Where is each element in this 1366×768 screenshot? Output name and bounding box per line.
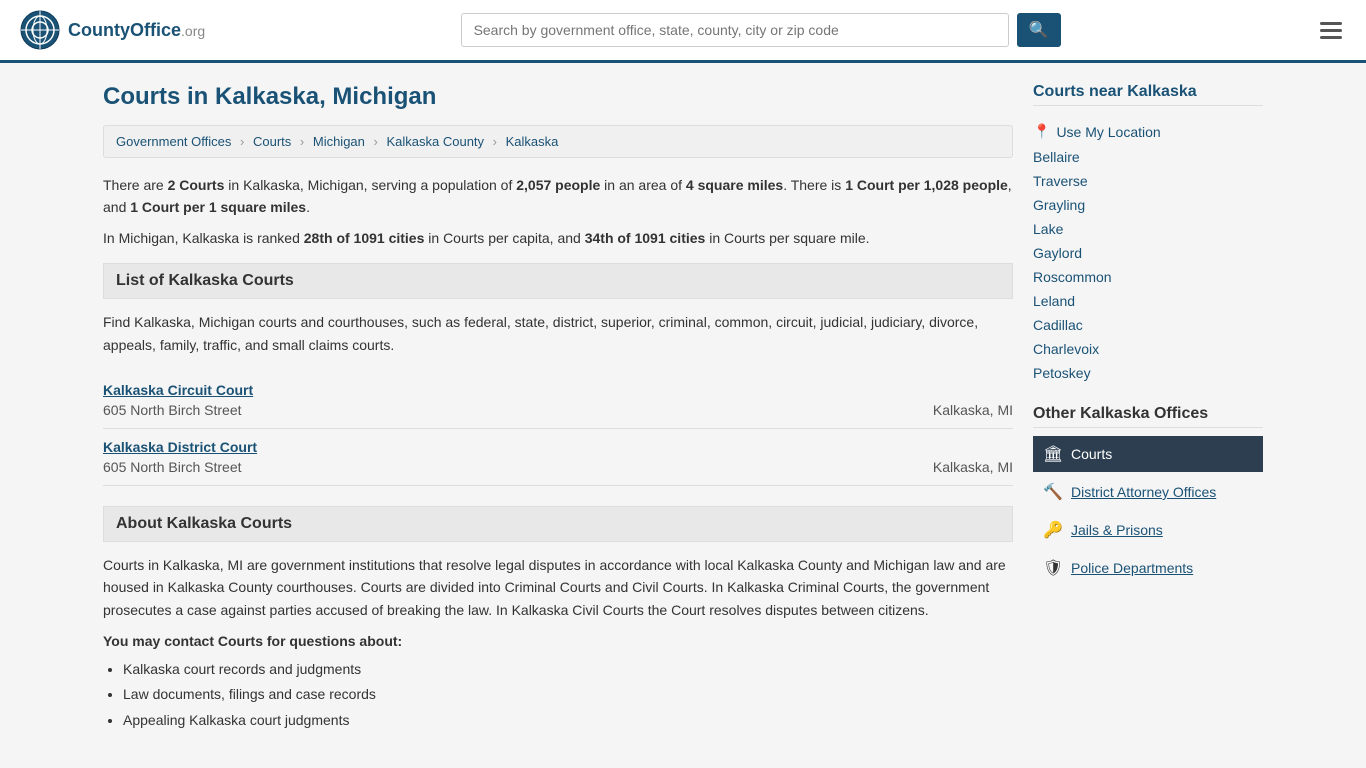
- search-icon: 🔍: [1029, 22, 1049, 39]
- about-section-header: About Kalkaska Courts: [103, 506, 1013, 542]
- sidebar-city-traverse[interactable]: Traverse: [1033, 169, 1263, 193]
- court-city-2: Kalkaska, MI: [933, 459, 1013, 475]
- info-bold3: 4 square miles: [686, 177, 783, 193]
- sidebar-city-bellaire[interactable]: Bellaire: [1033, 145, 1263, 169]
- breadcrumb-sep-4: ›: [493, 134, 497, 149]
- list-section-header: List of Kalkaska Courts: [103, 263, 1013, 299]
- logo-icon: [20, 10, 60, 50]
- court-name-1[interactable]: Kalkaska Circuit Court: [103, 382, 1013, 398]
- bullet-2: Law documents, filings and case records: [123, 682, 1013, 707]
- sidebar-city-roscommon[interactable]: Roscommon: [1033, 265, 1263, 289]
- location-icon: 📍: [1033, 123, 1050, 140]
- sidebar: Courts near Kalkaska 📍 Use My Location B…: [1033, 83, 1263, 733]
- court-item-1: Kalkaska Circuit Court 605 North Birch S…: [103, 372, 1013, 429]
- list-description: Find Kalkaska, Michigan courts and court…: [103, 311, 1013, 356]
- info-p1c: in an area of: [600, 177, 686, 193]
- search-area: 🔍: [461, 13, 1061, 47]
- breadcrumb-link-courts[interactable]: Courts: [253, 134, 291, 149]
- about-text: Courts in Kalkaska, MI are government in…: [103, 554, 1013, 621]
- da-office-label: District Attorney Offices: [1071, 484, 1216, 500]
- info-text: There are 2 Courts in Kalkaska, Michigan…: [103, 174, 1013, 249]
- info-p2c: in Courts per square mile.: [705, 230, 869, 246]
- breadcrumb: Government Offices › Courts › Michigan ›…: [103, 125, 1013, 158]
- courts-office-label: Courts: [1071, 446, 1112, 462]
- sidebar-city-charlevoix[interactable]: Charlevoix: [1033, 337, 1263, 361]
- sidebar-city-lake[interactable]: Lake: [1033, 217, 1263, 241]
- use-my-location[interactable]: 📍 Use My Location: [1033, 118, 1263, 145]
- menu-bar-1: [1320, 22, 1342, 25]
- search-input[interactable]: [461, 13, 1009, 47]
- menu-bar-2: [1320, 29, 1342, 32]
- court-city-1: Kalkaska, MI: [933, 402, 1013, 418]
- menu-bar-3: [1320, 36, 1342, 39]
- other-offices: Other Kalkaska Offices 🏛 Courts 🔨 Distri…: [1033, 405, 1263, 586]
- page-title: Courts in Kalkaska, Michigan: [103, 83, 1013, 111]
- info-p1f: .: [306, 199, 310, 215]
- info-p1d: . There is: [783, 177, 845, 193]
- search-button[interactable]: 🔍: [1017, 13, 1061, 47]
- bullet-3: Appealing Kalkaska court judgments: [123, 708, 1013, 733]
- info-bold5: 1 Court per 1 square miles: [130, 199, 306, 215]
- sidebar-city-grayling[interactable]: Grayling: [1033, 193, 1263, 217]
- office-item-jails[interactable]: 🔑 Jails & Prisons: [1033, 512, 1263, 548]
- court-name-2[interactable]: Kalkaska District Court: [103, 439, 1013, 455]
- court-address-2: 605 North Birch Street: [103, 459, 242, 475]
- info-p1a: There are: [103, 177, 168, 193]
- jails-office-label: Jails & Prisons: [1071, 522, 1163, 538]
- info-bold2: 2,057 people: [516, 177, 600, 193]
- courts-office-icon: 🏛: [1043, 444, 1063, 464]
- header: CountyOffice.org 🔍: [0, 0, 1366, 63]
- sidebar-city-leland[interactable]: Leland: [1033, 289, 1263, 313]
- police-office-icon: 🛡: [1043, 558, 1063, 578]
- contact-heading: You may contact Courts for questions abo…: [103, 633, 1013, 649]
- breadcrumb-link-gov[interactable]: Government Offices: [116, 134, 231, 149]
- police-office-label: Police Departments: [1071, 560, 1193, 576]
- sidebar-city-cadillac[interactable]: Cadillac: [1033, 313, 1263, 337]
- breadcrumb-link-city[interactable]: Kalkaska: [506, 134, 559, 149]
- breadcrumb-sep-2: ›: [300, 134, 304, 149]
- sidebar-city-gaylord[interactable]: Gaylord: [1033, 241, 1263, 265]
- logo-text: CountyOffice.org: [68, 20, 205, 41]
- main-container: Courts in Kalkaska, Michigan Government …: [83, 63, 1283, 753]
- court-detail-row-2: 605 North Birch Street Kalkaska, MI: [103, 459, 1013, 475]
- court-address-1: 605 North Birch Street: [103, 402, 242, 418]
- logo[interactable]: CountyOffice.org: [20, 10, 205, 50]
- info-bold4: 1 Court per 1,028 people: [845, 177, 1008, 193]
- info-bold6: 28th of 1091 cities: [304, 230, 425, 246]
- court-detail-row-1: 605 North Birch Street Kalkaska, MI: [103, 402, 1013, 418]
- sidebar-nearby: Courts near Kalkaska 📍 Use My Location B…: [1033, 83, 1263, 385]
- info-p2a: In Michigan, Kalkaska is ranked: [103, 230, 304, 246]
- info-bold7: 34th of 1091 cities: [585, 230, 706, 246]
- other-offices-title: Other Kalkaska Offices: [1033, 405, 1263, 428]
- menu-button[interactable]: [1316, 18, 1346, 43]
- office-item-courts[interactable]: 🏛 Courts: [1033, 436, 1263, 472]
- content-area: Courts in Kalkaska, Michigan Government …: [103, 83, 1013, 733]
- court-item-2: Kalkaska District Court 605 North Birch …: [103, 429, 1013, 486]
- courts-list: Kalkaska Circuit Court 605 North Birch S…: [103, 372, 1013, 486]
- contact-bullets: Kalkaska court records and judgments Law…: [103, 657, 1013, 733]
- breadcrumb-sep-1: ›: [240, 134, 244, 149]
- office-item-police[interactable]: 🛡 Police Departments: [1033, 550, 1263, 586]
- jails-office-icon: 🔑: [1043, 520, 1063, 540]
- da-office-icon: 🔨: [1043, 482, 1063, 502]
- sidebar-nearby-title: Courts near Kalkaska: [1033, 83, 1263, 106]
- office-item-da[interactable]: 🔨 District Attorney Offices: [1033, 474, 1263, 510]
- breadcrumb-sep-3: ›: [374, 134, 378, 149]
- breadcrumb-link-michigan[interactable]: Michigan: [313, 134, 365, 149]
- about-section: About Kalkaska Courts Courts in Kalkaska…: [103, 506, 1013, 733]
- info-bold1: 2 Courts: [168, 177, 225, 193]
- breadcrumb-link-county[interactable]: Kalkaska County: [386, 134, 484, 149]
- info-p1b: in Kalkaska, Michigan, serving a populat…: [224, 177, 516, 193]
- sidebar-city-petoskey[interactable]: Petoskey: [1033, 361, 1263, 385]
- bullet-1: Kalkaska court records and judgments: [123, 657, 1013, 682]
- info-p2b: in Courts per capita, and: [424, 230, 584, 246]
